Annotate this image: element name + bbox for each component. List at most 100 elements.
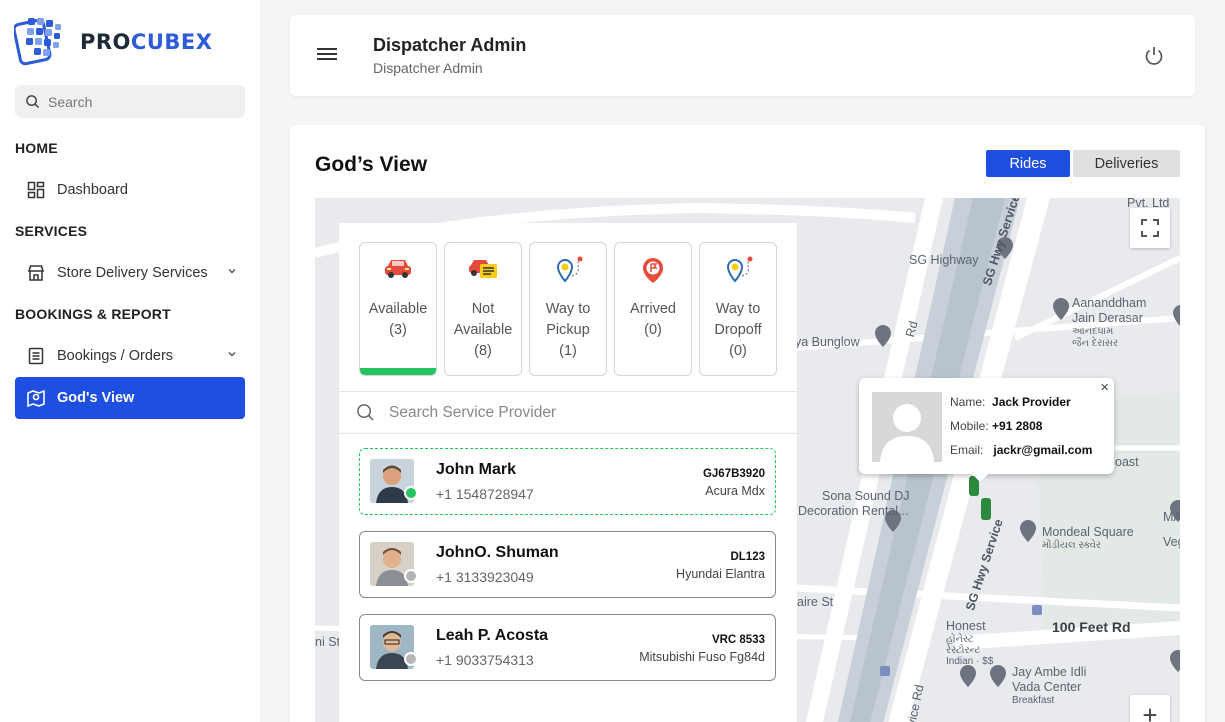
popup-close-button[interactable]: × xyxy=(1100,379,1109,396)
provider-panel: Available (3) Not Available (8) Way to Picku… xyxy=(339,223,797,722)
filter-available[interactable]: Available (3) xyxy=(359,242,437,376)
dashboard-grid-icon xyxy=(26,180,46,200)
filter-label: Way to xyxy=(545,301,591,317)
deliveries-tab-button[interactable]: Deliveries xyxy=(1073,150,1180,177)
vehicle-plate: DL123 xyxy=(730,551,765,563)
map-label: MAD xyxy=(1163,510,1180,524)
map-label: રેસ્ટોરન્ટ xyxy=(946,645,981,656)
filter-count: (3) xyxy=(389,322,407,338)
fullscreen-icon xyxy=(1141,219,1159,237)
sidebar-item-label: Dashboard xyxy=(57,182,128,198)
sidebar-item-gods-view[interactable]: God's View xyxy=(15,377,245,419)
vehicle-model: Hyundai Elantra xyxy=(676,567,765,581)
popup-email-value: jackr@gmail.com xyxy=(993,443,1093,457)
active-indicator xyxy=(360,368,436,375)
provider-name: Leah P. Acosta xyxy=(436,627,549,644)
gods-view-card: God’s View Rides Deliveries Pvt. Ltd SG … xyxy=(290,125,1205,722)
sidebar-search-input[interactable]: Search xyxy=(15,85,245,118)
sidebar-item-label: God's View xyxy=(57,390,135,406)
map-label: Indian · $$ xyxy=(946,656,994,667)
chevron-down-icon xyxy=(228,269,236,274)
rides-tab-button[interactable]: Rides xyxy=(986,150,1070,177)
online-status-dot xyxy=(404,486,418,500)
provider-phone: +1 9033754313 xyxy=(436,652,534,668)
car-red-icon xyxy=(360,256,436,284)
popup-email-label: Email: xyxy=(950,443,984,457)
provider-info-popup: Name: Jack Provider Mobile: +91 2808 Ema… xyxy=(859,378,1114,482)
flag-pin-icon xyxy=(615,256,691,284)
hamburger-menu-icon[interactable] xyxy=(317,48,337,63)
brand-name: PROCUBEX xyxy=(80,30,213,54)
map-label: Jain Derasar xyxy=(1072,311,1143,325)
map-label: aire St xyxy=(797,595,834,609)
header-title: Dispatcher Admin xyxy=(373,35,527,55)
map-label: Breakfast xyxy=(1012,695,1055,706)
filter-label: Available xyxy=(453,322,513,338)
offline-status-dot xyxy=(404,569,418,583)
map-label: Aananddham xyxy=(1072,296,1147,310)
service-type-toggle: Rides Deliveries xyxy=(986,150,1180,177)
provider-card[interactable]: John Mark +1 1548728947 GJ67B3920 Acura … xyxy=(359,448,776,515)
provider-name: JohnO. Shuman xyxy=(436,544,559,561)
filter-label: Arrived xyxy=(630,301,676,317)
map-label: Decoration Rental... xyxy=(798,504,909,518)
map-pin-icon xyxy=(26,388,46,408)
map-label: SG Highway xyxy=(909,253,979,267)
power-logout-icon[interactable] xyxy=(1143,45,1165,67)
list-document-icon xyxy=(26,346,46,366)
sidebar-item-label: Store Delivery Services xyxy=(57,265,208,281)
filter-label: Way to xyxy=(715,301,761,317)
sidebar-item-dashboard[interactable]: Dashboard xyxy=(15,170,245,210)
provider-search-input[interactable]: Search Service Provider xyxy=(339,391,797,434)
vehicle-plate: GJ67B3920 xyxy=(702,468,765,480)
provider-search-placeholder: Search Service Provider xyxy=(389,403,557,421)
car-unavailable-icon xyxy=(445,256,521,284)
sidebar: PROCUBEX Search HOME Dashboard SERVICES … xyxy=(0,0,260,722)
provider-phone: +1 3133923049 xyxy=(436,569,534,585)
top-header: Dispatcher Admin Dispatcher Admin xyxy=(290,15,1195,96)
filter-label: Not xyxy=(471,301,495,317)
search-placeholder: Search xyxy=(48,93,93,110)
filter-count: (1) xyxy=(559,343,577,359)
provider-phone: +1 1548728947 xyxy=(436,486,534,502)
fullscreen-button[interactable] xyxy=(1130,208,1170,248)
map-label: Sona Sound DJ xyxy=(822,489,910,503)
filter-arrived[interactable]: Arrived (0) xyxy=(614,242,692,376)
map-label: ni St xyxy=(315,635,341,649)
sidebar-item-label: Bookings / Orders xyxy=(57,348,174,364)
map-label: જૈન દેરાસર xyxy=(1072,338,1119,349)
section-title-services: SERVICES xyxy=(15,223,88,239)
filter-way-to-dropoff[interactable]: Way to Dropoff (0) xyxy=(699,242,777,376)
page-title: God’s View xyxy=(315,153,428,176)
search-icon xyxy=(26,95,40,109)
provider-name: John Mark xyxy=(436,461,517,478)
brand-logo[interactable]: PROCUBEX xyxy=(12,14,213,70)
sidebar-item-store-delivery[interactable]: Store Delivery Services xyxy=(15,253,245,293)
map-label: આનંદધામ xyxy=(1072,326,1114,337)
filter-label: Dropoff xyxy=(714,322,762,338)
vehicle-model: Mitsubishi Fuso Fg84d xyxy=(639,650,765,664)
map-label: oast xyxy=(1115,455,1139,469)
map-label: ya Bunglow xyxy=(795,335,860,349)
zoom-in-button[interactable]: + xyxy=(1130,695,1170,722)
route-dropoff-icon xyxy=(700,256,776,284)
sidebar-item-bookings-orders[interactable]: Bookings / Orders xyxy=(15,336,245,376)
live-map[interactable]: Pvt. Ltd SG Highway SG Hwy Service Rd ya… xyxy=(315,198,1180,722)
popup-mobile-label: Mobile: xyxy=(950,419,989,433)
store-icon xyxy=(26,263,46,283)
popup-name-label: Name: xyxy=(950,395,986,409)
avatar-placeholder-icon xyxy=(872,392,942,462)
route-pickup-icon xyxy=(530,256,606,284)
map-label: Jay Ambe Idli xyxy=(1012,665,1087,679)
provider-card[interactable]: Leah P. Acosta +1 9033754313 VRC 8533 Mi… xyxy=(359,614,776,681)
map-label: મોંડીયલ સ્ક્વેર xyxy=(1042,540,1102,551)
section-title-bookings: BOOKINGS & REPORT xyxy=(15,306,171,322)
vehicle-plate: VRC 8533 xyxy=(711,634,765,646)
filter-not-available[interactable]: Not Available (8) xyxy=(444,242,522,376)
map-label: Mondeal Square xyxy=(1042,525,1134,539)
map-label: 100 Feet Rd xyxy=(1052,619,1131,635)
provider-card[interactable]: JohnO. Shuman +1 3133923049 DL123 Hyunda… xyxy=(359,531,776,598)
procubex-logo-icon xyxy=(12,14,68,70)
filter-way-to-pickup[interactable]: Way to Pickup (1) xyxy=(529,242,607,376)
offline-status-dot xyxy=(404,652,418,666)
